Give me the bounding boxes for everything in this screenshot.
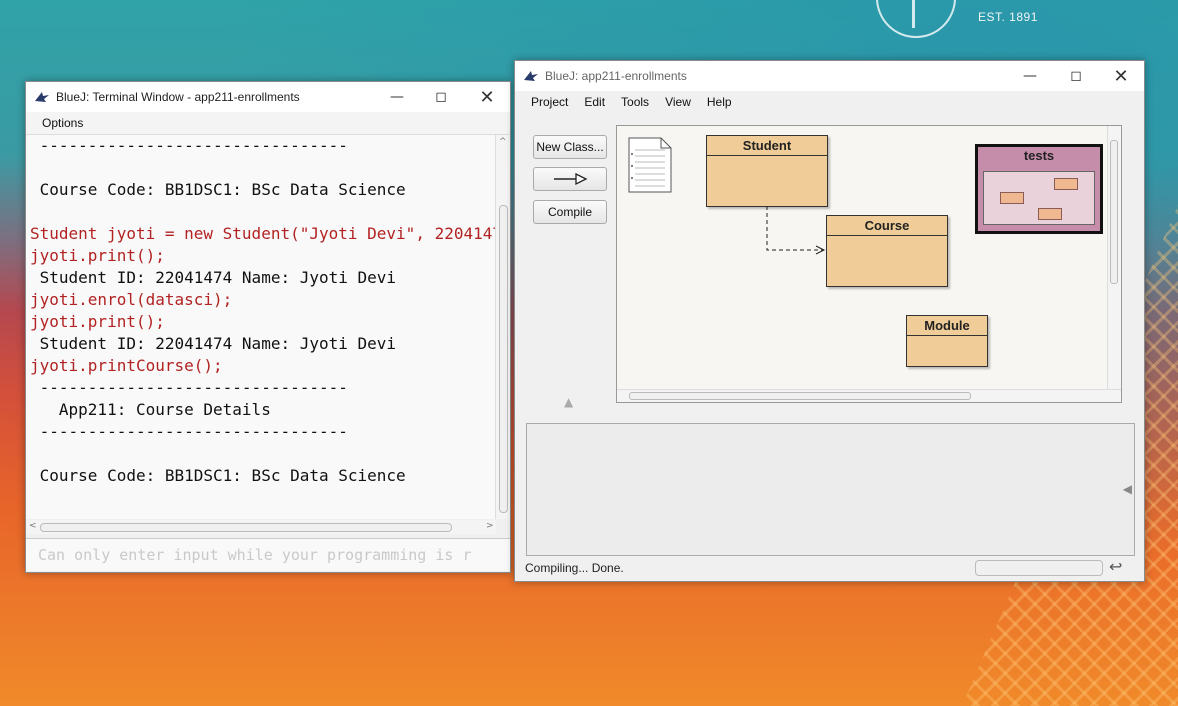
terminal-output-line: App211: Course Details (30, 400, 271, 419)
minimize-icon[interactable]: — (1007, 61, 1053, 91)
expand-left-icon[interactable]: ◀ (1123, 482, 1132, 496)
status-text: Compiling... Done. (525, 561, 624, 575)
scrollbar-thumb[interactable] (499, 205, 508, 513)
terminal-input-line: jyoti.printCourse(); (30, 356, 223, 375)
package-name: tests (1023, 148, 1055, 163)
arrow-icon (554, 172, 588, 186)
main-menubar: Project Edit Tools View Help (515, 91, 1144, 113)
menu-edit[interactable]: Edit (576, 95, 613, 109)
terminal-window: BlueJ: Terminal Window - app211-enrollme… (25, 81, 511, 573)
mini-class (1054, 178, 1078, 190)
bluej-icon (35, 92, 49, 102)
university-seal-icon-stem (912, 0, 915, 28)
object-bench[interactable]: ◀ (526, 423, 1135, 556)
class-diagram-canvas[interactable]: Student Course Module tests (616, 125, 1122, 403)
terminal-output-line: -------------------------------- (30, 378, 348, 397)
minimize-icon[interactable]: — (374, 82, 420, 112)
scroll-left-icon[interactable]: < (29, 521, 37, 531)
package-tests[interactable]: tests (975, 144, 1103, 234)
progress-bar (975, 560, 1103, 576)
bluej-icon (524, 71, 538, 81)
reset-icon[interactable]: ↩ (1109, 557, 1122, 576)
new-class-button[interactable]: New Class... (533, 135, 607, 159)
terminal-output-line: -------------------------------- (30, 422, 348, 441)
menu-options[interactable]: Options (34, 116, 91, 130)
terminal-output-line: -------------------------------- (30, 136, 348, 155)
est-label: EST. 1891 (978, 10, 1038, 24)
terminal-output-line: Course Code: BB1DSC1: BSc Data Science (30, 180, 406, 199)
terminal-menubar: Options (26, 112, 510, 135)
main-titlebar[interactable]: BlueJ: app211-enrollments — ◻ ✕ (515, 61, 1144, 91)
compile-button[interactable]: Compile (533, 200, 607, 224)
scroll-up-icon[interactable]: ^ (499, 137, 507, 147)
maximize-icon[interactable]: ◻ (418, 82, 464, 112)
scrollbar-thumb[interactable] (1110, 140, 1118, 284)
terminal-titlebar[interactable]: BlueJ: Terminal Window - app211-enrollme… (26, 82, 510, 112)
mini-class (1000, 192, 1024, 204)
menu-view[interactable]: View (657, 95, 699, 109)
terminal-output[interactable]: -------------------------------- Course … (26, 135, 496, 519)
scroll-right-icon[interactable]: > (486, 521, 494, 531)
scrollbar-thumb[interactable] (629, 392, 971, 400)
terminal-input-line: Student jyoti = new Student("Jyoti Devi"… (30, 224, 496, 243)
bluej-main-window: BlueJ: app211-enrollments — ◻ ✕ Project … (514, 60, 1145, 582)
terminal-input[interactable]: Can only enter input while your programm… (26, 538, 510, 571)
collapse-up-icon[interactable]: ▲ (564, 395, 573, 409)
terminal-input-line: jyoti.print(); (30, 312, 165, 331)
canvas-vertical-scrollbar[interactable] (1107, 126, 1120, 402)
package-preview (983, 171, 1095, 225)
terminal-title: BlueJ: Terminal Window - app211-enrollme… (56, 90, 300, 104)
menu-help[interactable]: Help (699, 95, 740, 109)
arrow-button[interactable] (533, 167, 607, 191)
maximize-icon[interactable]: ◻ (1053, 61, 1099, 91)
menu-project[interactable]: Project (523, 95, 576, 109)
close-icon[interactable]: ✕ (1098, 61, 1144, 91)
menu-tools[interactable]: Tools (613, 95, 657, 109)
close-icon[interactable]: ✕ (464, 82, 510, 112)
canvas-horizontal-scrollbar[interactable] (617, 389, 1121, 402)
terminal-output-line: Course Code: BB1DSC1: BSc Data Science (30, 466, 406, 485)
terminal-output-line: Student ID: 22041474 Name: Jyoti Devi (30, 334, 397, 353)
terminal-input-line: jyoti.enrol(datasci); (30, 290, 233, 309)
terminal-vertical-scrollbar[interactable]: ^ (495, 135, 510, 519)
terminal-output-line: Student ID: 22041474 Name: Jyoti Devi (30, 268, 397, 287)
scrollbar-thumb[interactable] (40, 523, 452, 532)
terminal-input-line: jyoti.print(); (30, 246, 165, 265)
mini-class (1038, 208, 1062, 220)
terminal-horizontal-scrollbar[interactable]: < > (26, 520, 496, 534)
main-title: BlueJ: app211-enrollments (545, 69, 687, 83)
